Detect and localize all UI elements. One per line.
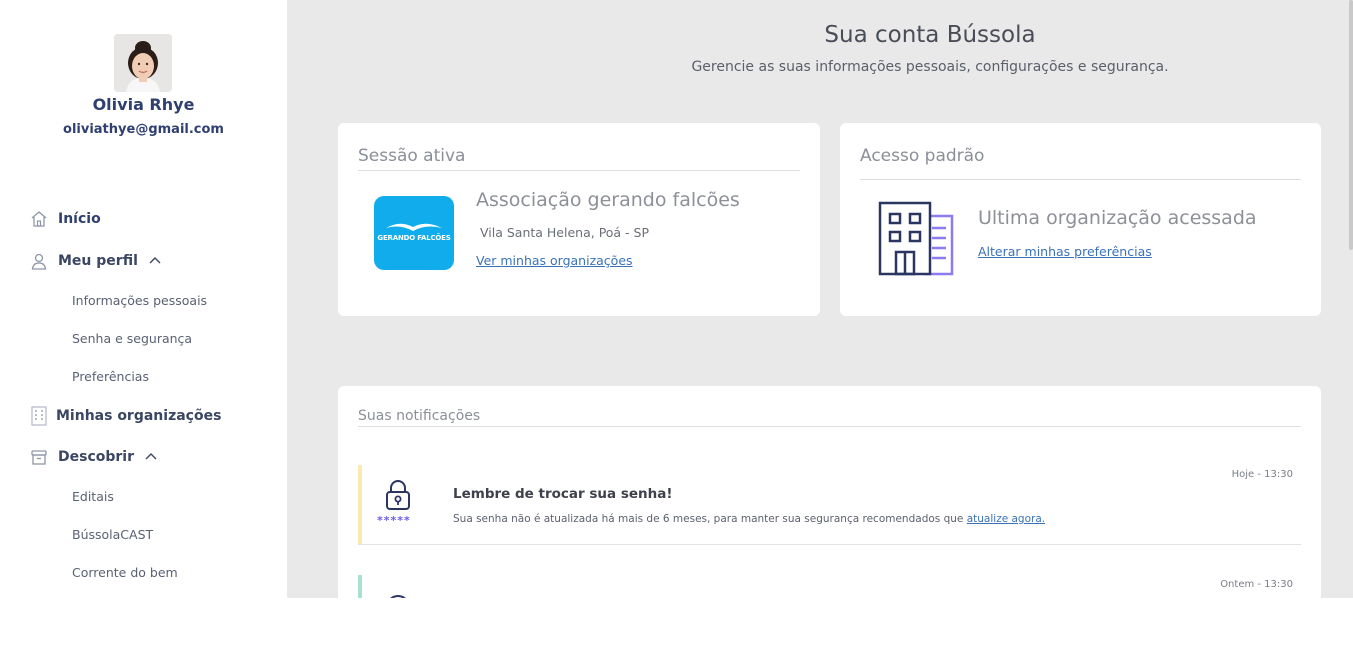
notification-time: Ontem - 13:30 [1220,579,1293,590]
session-card: Sessão ativa GERANDO FALCÕES Associação … [338,123,820,316]
notification-item[interactable]: Ontem - 13:30 [358,575,1301,598]
access-card-title: Acesso padrão [860,146,985,166]
wings-logo-icon [386,223,442,231]
nav-preferencias[interactable]: Preferências [72,369,149,384]
nav-inicio[interactable]: Início [30,210,101,228]
notification-accent-bar [358,575,362,598]
user-email: oliviathye@gmail.com [63,122,224,137]
page-title: Sua conta Bússola [824,22,1036,48]
nav-senha-e-seguranca[interactable]: Senha e segurança [72,331,192,346]
building-illustration-icon [878,201,954,276]
notification-body-text: Sua senha não é atualizada há mais de 6 … [453,513,967,525]
viewport: Olivia Rhye oliviathye@gmail.com Início … [0,0,1353,598]
nav-minhas-organizacoes[interactable]: Minhas organizações [30,406,222,426]
building-icon [30,406,48,426]
nav-inicio-label: Início [58,211,101,227]
password-glyph: ***** [377,514,411,527]
home-icon [30,210,48,228]
alterar-preferencias-link[interactable]: Alterar minhas preferências [978,244,1152,259]
notifications-title: Suas notificações [358,408,481,424]
session-card-title: Sessão ativa [358,146,466,166]
lock-icon [386,480,410,510]
user-name: Olivia Rhye [92,95,195,114]
avatar[interactable] [114,34,172,92]
sidebar: Olivia Rhye oliviathye@gmail.com Início … [0,0,287,598]
access-card: Acesso padrão Ultima organização acessad… [840,123,1321,316]
nav-editais[interactable]: Editais [72,489,114,504]
divider [358,426,1301,427]
nav-descobrir-label: Descobrir [58,449,134,465]
archive-icon [30,448,48,466]
atualize-agora-link[interactable]: atualize agora. [967,513,1045,525]
notification-title: Lembre de trocar sua senha! [453,486,673,502]
notifications-card: Suas notificações Hoje - 13:30 ***** Lem… [338,386,1321,598]
notification-accent-bar [358,465,362,544]
main-content: Sua conta Bússola Gerencie as suas infor… [287,0,1353,598]
user-icon [30,252,48,270]
nav-corrente-do-bem[interactable]: Corrente do bem [72,565,178,580]
access-card-heading: Ultima organização acessada [978,207,1257,229]
nav-descobrir[interactable]: Descobrir [30,448,158,466]
nav-minhas-organizacoes-label: Minhas organizações [56,408,222,424]
nav-meu-perfil[interactable]: Meu perfil [30,252,162,270]
divider [860,179,1301,180]
org-name: Associação gerando falcões [476,189,740,211]
avatar-portrait-icon [114,34,172,92]
org-logo-text: GERANDO FALCÕES [377,234,451,242]
notification-time: Hoje - 13:30 [1231,469,1293,480]
org-logo[interactable]: GERANDO FALCÕES [374,196,454,270]
ver-minhas-organizacoes-link[interactable]: Ver minhas organizações [476,253,633,268]
notification-item[interactable]: Hoje - 13:30 ***** Lembre de trocar sua … [358,465,1301,545]
chevron-up-icon[interactable] [144,450,158,464]
nav-meu-perfil-label: Meu perfil [58,253,138,269]
notification-body: Sua senha não é atualizada há mais de 6 … [453,513,1045,525]
notification-icon [390,595,406,598]
nav-informacoes-pessoais[interactable]: Informações pessoais [72,293,207,308]
chevron-up-icon[interactable] [148,254,162,268]
page-subtitle: Gerencie as suas informações pessoais, c… [691,59,1169,75]
nav-bussolacast[interactable]: BússolaCAST [72,527,153,542]
scrollbar[interactable] [1349,0,1353,250]
org-location: Vila Santa Helena, Poá - SP [480,225,650,240]
divider [358,170,800,171]
